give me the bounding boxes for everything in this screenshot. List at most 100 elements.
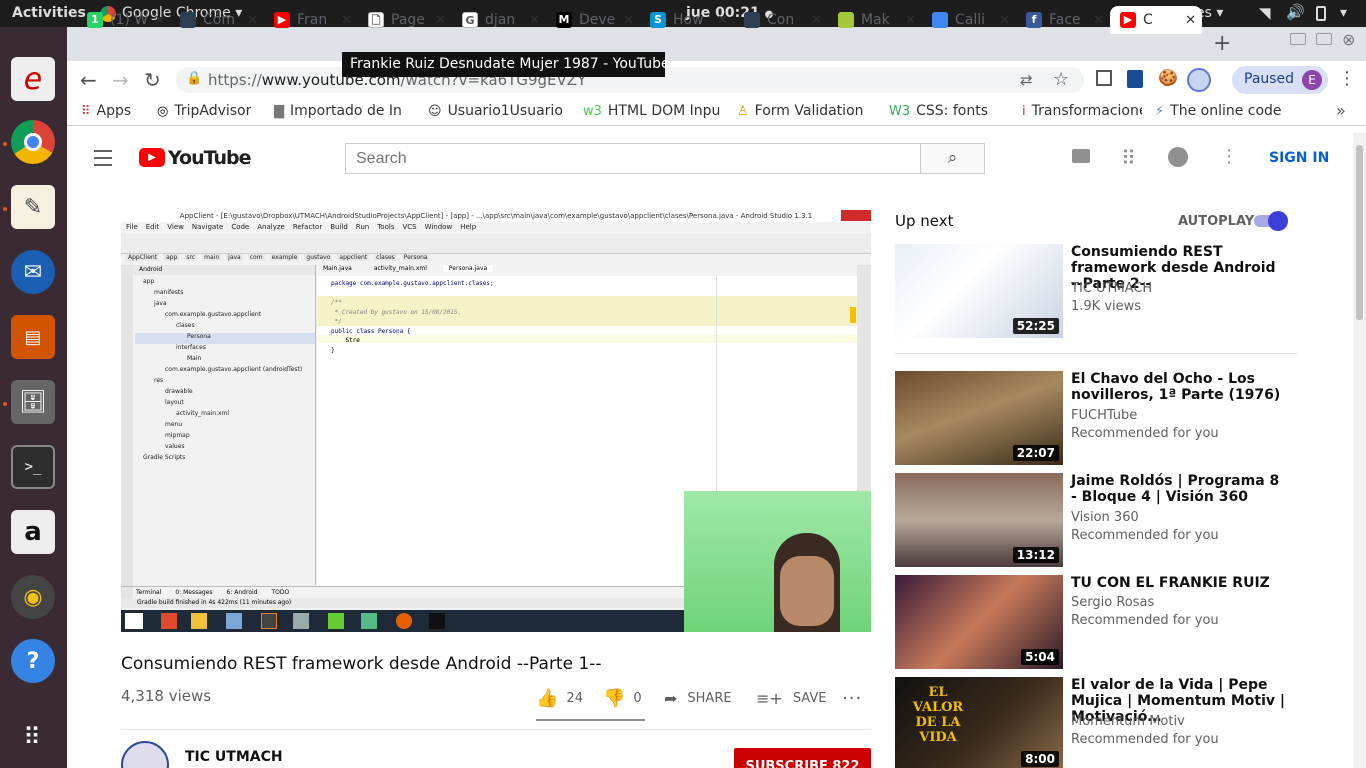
- related-video[interactable]: 52:25 Consumiendo REST framework desde An…: [895, 244, 1295, 340]
- profile-paused-button[interactable]: Paused E: [1232, 66, 1328, 94]
- bookmark-2[interactable]: ◎ TripAdvisor: [157, 103, 251, 119]
- related-video[interactable]: EL VALOR DE LA VIDA 8:00 El valor de la Vi…: [895, 677, 1295, 768]
- youtube-logo[interactable]: YouTube: [168, 147, 251, 169]
- related-video[interactable]: 5:04 TU CON EL FRANKIE RUIZ Sergio Rosas Re…: [895, 575, 1295, 671]
- related-video[interactable]: 22:07 El Chavo del Ocho - Los novilleros,…: [895, 371, 1295, 467]
- bookmarks-overflow-button[interactable]: »: [1336, 101, 1346, 120]
- dislike-button[interactable]: 👎 0: [603, 688, 642, 709]
- tab-3[interactable]: ▶ Fran ✕: [264, 6, 358, 34]
- settings-menu-icon[interactable]: ⋮: [1220, 146, 1238, 167]
- back-button[interactable]: ←: [80, 68, 97, 92]
- related-video-title[interactable]: Jaime Roldós | Programa 8 - Bloque 4 | V…: [1071, 473, 1286, 505]
- scrollbar[interactable]: [1353, 133, 1366, 768]
- search-button[interactable]: ⌕: [920, 143, 985, 174]
- volume-icon[interactable]: 🔊: [1286, 3, 1305, 21]
- amazon-icon[interactable]: a: [11, 510, 55, 554]
- like-button[interactable]: 👍 24: [536, 688, 583, 709]
- maximize-icon[interactable]: [1316, 33, 1332, 45]
- show-applications-icon[interactable]: ⠿: [11, 715, 55, 759]
- activities-button[interactable]: Activities: [12, 5, 86, 21]
- close-window-icon[interactable]: ⊗: [1342, 30, 1355, 49]
- close-tab-icon[interactable]: ✕: [341, 13, 358, 28]
- video-thumbnail[interactable]: 22:07: [895, 371, 1063, 465]
- extension-icon[interactable]: [1187, 68, 1211, 92]
- battery-icon[interactable]: [1316, 6, 1326, 21]
- tab-10[interactable]: Calli ✕: [922, 6, 1016, 34]
- tab-8[interactable]: Con ✕: [734, 6, 828, 34]
- close-tab-icon[interactable]: ✕: [1185, 13, 1202, 28]
- more-actions-icon[interactable]: ···: [842, 688, 862, 709]
- sign-in-button[interactable]: SIGN IN: [1269, 150, 1329, 166]
- system-menu-chevron-icon[interactable]: ▾: [1340, 5, 1347, 21]
- terminal-icon[interactable]: >_: [11, 445, 55, 489]
- file-manager-icon[interactable]: 🗄: [11, 380, 55, 424]
- chrome-icon[interactable]: [11, 120, 55, 164]
- extension-icon[interactable]: [1127, 70, 1143, 88]
- text-editor-icon[interactable]: ✎: [11, 185, 55, 229]
- new-tab-button[interactable]: +: [1213, 31, 1231, 56]
- ide-code-line: * Created by gustavo on 15/08/2015.: [331, 308, 462, 316]
- save-button[interactable]: ≡+ SAVE: [756, 689, 826, 708]
- tab-12[interactable]: ▶ C ✕: [1110, 6, 1202, 34]
- forward-button[interactable]: →: [112, 68, 129, 92]
- tab-6[interactable]: M Deve ✕: [546, 6, 640, 34]
- menu-icon[interactable]: [94, 150, 112, 166]
- close-tab-icon[interactable]: ✕: [154, 13, 171, 28]
- close-tab-icon[interactable]: ✕: [717, 13, 734, 28]
- video-thumbnail[interactable]: EL VALOR DE LA VIDA 8:00: [895, 677, 1063, 768]
- close-tab-icon[interactable]: ✕: [247, 13, 264, 28]
- translate-icon[interactable]: ⇄: [1020, 71, 1033, 89]
- channel-name[interactable]: TIC UTMACH: [185, 749, 283, 765]
- youtube-logo-icon[interactable]: ▶: [139, 148, 165, 167]
- chrome-menu-icon[interactable]: ⋮: [1338, 68, 1356, 89]
- evolution-icon[interactable]: e: [11, 57, 55, 101]
- close-tab-icon[interactable]: ✕: [811, 13, 828, 28]
- tab-4[interactable]: 🗋 Page ✕: [358, 6, 452, 34]
- tab-7[interactable]: S How ✕: [640, 6, 734, 34]
- bookmark-9[interactable]: ⚡ The online code: [1155, 103, 1282, 119]
- bookmark-8[interactable]: ⅰ Transformacione: [1022, 103, 1142, 119]
- bookmark-4[interactable]: ☺ Usuario1Usuario: [428, 103, 563, 119]
- close-tab-icon[interactable]: ✕: [623, 13, 640, 28]
- video-player[interactable]: AppClient - [E:\gustavo\Dropbox\UTMACH\A…: [121, 210, 871, 632]
- minimize-icon[interactable]: [1290, 33, 1306, 45]
- bookmark-5[interactable]: w3 HTML DOM Inpu: [583, 103, 720, 119]
- related-video-title[interactable]: TU CON EL FRANKIE RUIZ: [1071, 575, 1286, 591]
- video-thumbnail[interactable]: 52:25: [895, 244, 1063, 338]
- autoplay-toggle[interactable]: [1254, 211, 1288, 231]
- bookmark-7[interactable]: W3 CSS: fonts: [889, 103, 988, 119]
- close-tab-icon[interactable]: ✕: [1093, 13, 1110, 28]
- tab-9[interactable]: Mak ✕: [828, 6, 922, 34]
- video-thumbnail[interactable]: 13:12: [895, 473, 1063, 567]
- cookie-extension-icon[interactable]: 🍪: [1158, 68, 1178, 87]
- related-video[interactable]: 13:12 Jaime Roldós | Programa 8 - Bloque …: [895, 473, 1295, 569]
- tab-11[interactable]: f Face ✕: [1016, 6, 1110, 34]
- tab-2[interactable]: Cóm ✕: [170, 6, 264, 34]
- impress-icon[interactable]: ▤: [11, 315, 55, 359]
- create-video-icon[interactable]: [1072, 149, 1090, 163]
- cast-icon[interactable]: [1096, 70, 1112, 86]
- reload-button[interactable]: ↻: [144, 68, 161, 92]
- tab-5[interactable]: Gdjan ✕: [452, 6, 546, 34]
- bookmark-3[interactable]: ▇ Importado de In: [274, 103, 402, 119]
- help-icon[interactable]: ?: [11, 639, 55, 683]
- close-tab-icon[interactable]: ✕: [529, 13, 546, 28]
- bookmark-star-icon[interactable]: ☆: [1053, 69, 1069, 90]
- bookmark-1[interactable]: ⠿ Apps: [81, 103, 131, 119]
- apps-grid-icon[interactable]: ⠿: [1121, 146, 1136, 170]
- wifi-icon[interactable]: ◥: [1259, 4, 1271, 22]
- bookmark-6[interactable]: ♙ Form Validation: [737, 103, 864, 119]
- close-tab-icon[interactable]: ✕: [435, 13, 452, 28]
- rhythmbox-icon[interactable]: ◉: [11, 575, 55, 619]
- share-button[interactable]: ➦ SHARE: [664, 689, 732, 708]
- related-video-title[interactable]: El Chavo del Ocho - Los novilleros, 1ª P…: [1071, 371, 1286, 403]
- scrollbar-thumb[interactable]: [1356, 145, 1363, 320]
- subscribe-button[interactable]: SUBSCRIBE 822: [734, 748, 871, 768]
- video-thumbnail[interactable]: 5:04: [895, 575, 1063, 669]
- messages-icon[interactable]: [1168, 147, 1188, 167]
- thunderbird-icon[interactable]: ✉: [11, 250, 55, 294]
- close-tab-icon[interactable]: ✕: [999, 13, 1016, 28]
- close-tab-icon[interactable]: ✕: [905, 13, 922, 28]
- search-input[interactable]: [345, 143, 921, 174]
- tab-1[interactable]: 1 (1) W ✕: [77, 6, 171, 34]
